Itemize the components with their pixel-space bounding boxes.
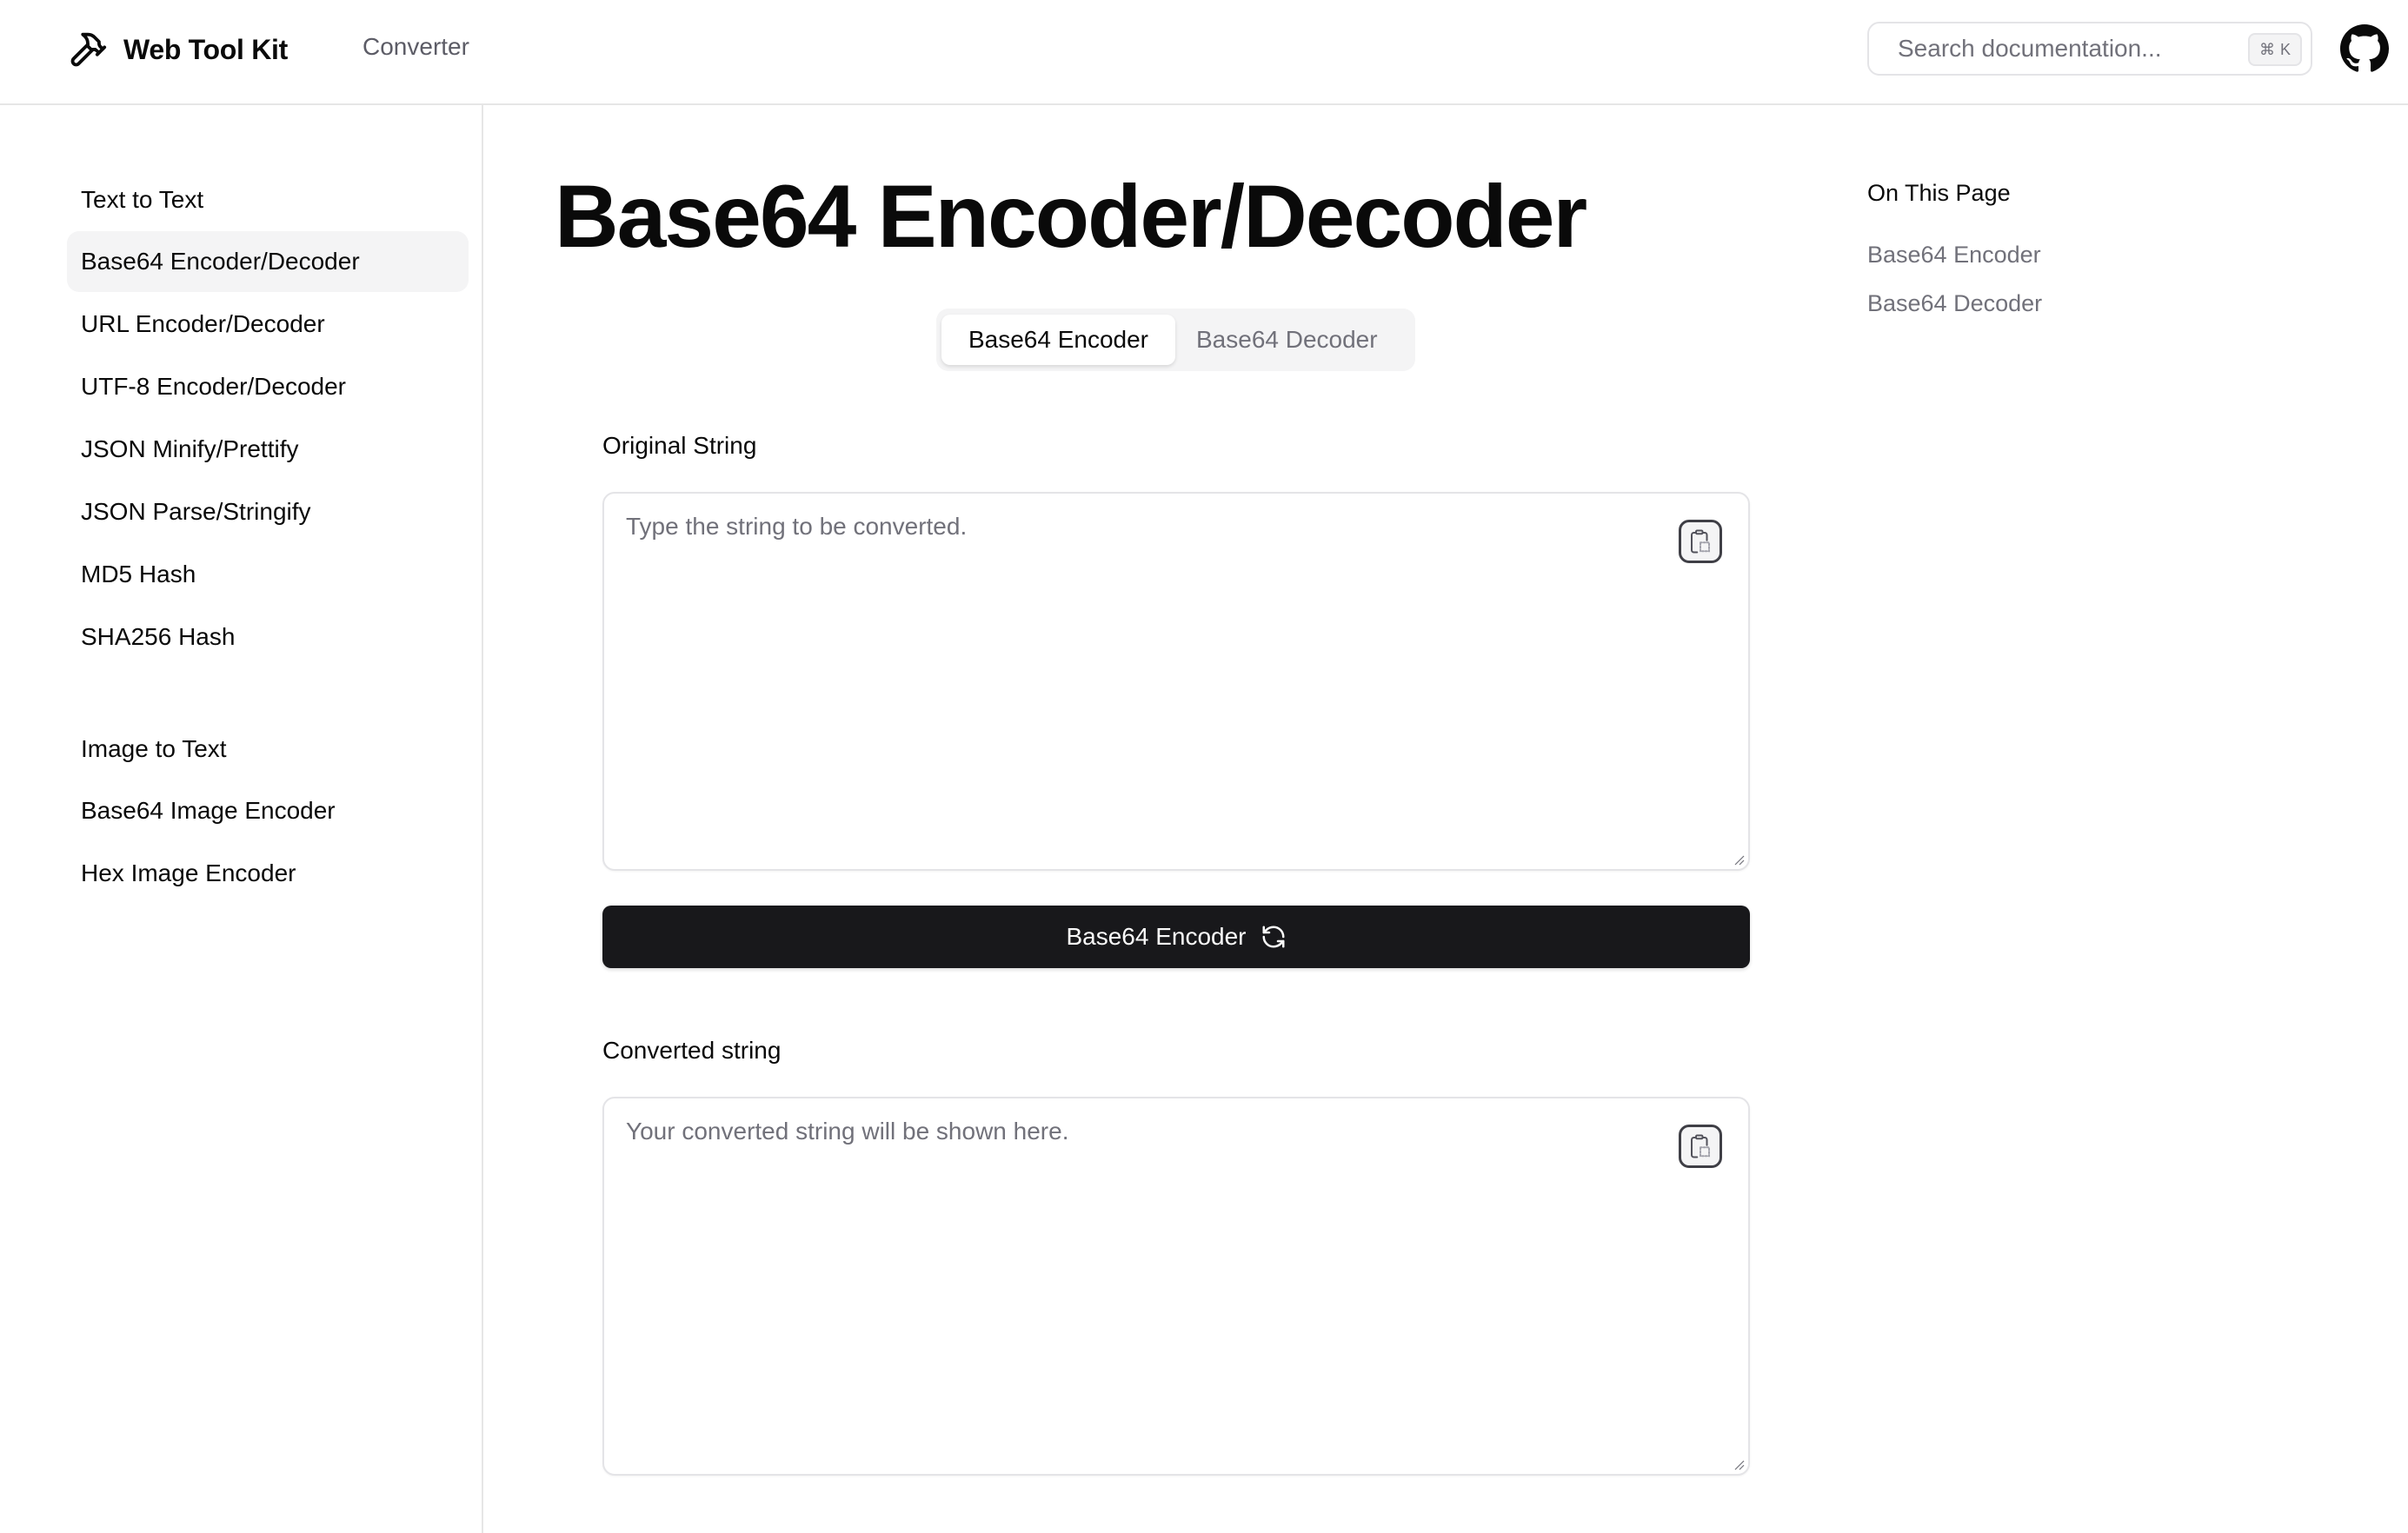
page-title: Base64 Encoder/Decoder xyxy=(555,167,1587,266)
shortcut-key: K xyxy=(2279,40,2291,58)
search-placeholder: Search documentation... xyxy=(1898,35,2162,62)
nav-link-converter[interactable]: Converter xyxy=(363,33,469,61)
main-content: Base64 Encoder/Decoder Base64 Encoder Ba… xyxy=(485,105,1789,1533)
resize-handle-icon[interactable] xyxy=(1733,1458,1745,1470)
top-header: Web Tool Kit Converter Search documentat… xyxy=(0,0,2408,105)
search-shortcut-badge: ⌘ K xyxy=(2248,33,2302,66)
original-string-input[interactable]: Type the string to be converted. xyxy=(602,492,1750,871)
sidebar-heading-text-to-text: Text to Text xyxy=(81,186,204,213)
toc-item-base64-decoder[interactable]: Base64 Decoder xyxy=(1867,290,2042,317)
clipboard-icon xyxy=(1691,1134,1710,1158)
encode-button-label: Base64 Encoder xyxy=(1066,923,1247,950)
resize-handle-icon[interactable] xyxy=(1733,853,1745,866)
tab-base64-encoder[interactable]: Base64 Encoder xyxy=(941,315,1175,365)
original-string-label: Original String xyxy=(602,432,757,459)
github-link[interactable] xyxy=(2340,24,2389,73)
sidebar-item-md5-hash[interactable]: MD5 Hash xyxy=(67,544,469,605)
sidebar-heading-image-to-text: Image to Text xyxy=(81,735,227,762)
converted-string-output[interactable]: Your converted string will be shown here… xyxy=(602,1097,1750,1476)
sidebar-item-utf8-encoder-decoder[interactable]: UTF-8 Encoder/Decoder xyxy=(67,356,469,417)
mode-tabs: Base64 Encoder Base64 Decoder xyxy=(936,309,1415,371)
github-icon xyxy=(2340,24,2389,72)
sidebar-item-base64-encoder-decoder[interactable]: Base64 Encoder/Decoder xyxy=(67,231,469,292)
sidebar-item-hex-image-encoder[interactable]: Hex Image Encoder xyxy=(67,843,469,904)
sidebar: Text to Text Base64 Encoder/Decoder URL … xyxy=(0,105,483,1533)
sidebar-item-sha256-hash[interactable]: SHA256 Hash xyxy=(67,607,469,667)
command-key-icon: ⌘ xyxy=(2258,40,2275,58)
brand-name: Web Tool Kit xyxy=(123,33,288,65)
paste-button[interactable] xyxy=(1679,520,1722,563)
clipboard-icon xyxy=(1691,529,1710,554)
brand-logo-link[interactable]: Web Tool Kit xyxy=(68,30,288,70)
sidebar-item-json-minify-prettify[interactable]: JSON Minify/Prettify xyxy=(67,419,469,480)
refresh-icon xyxy=(1262,926,1285,948)
toc-item-base64-encoder[interactable]: Base64 Encoder xyxy=(1867,242,2041,269)
encode-button[interactable]: Base64 Encoder xyxy=(602,906,1750,968)
sidebar-item-json-parse-stringify[interactable]: JSON Parse/Stringify xyxy=(67,481,469,542)
sidebar-item-base64-image-encoder[interactable]: Base64 Image Encoder xyxy=(67,780,469,841)
sidebar-item-url-encoder-decoder[interactable]: URL Encoder/Decoder xyxy=(67,294,469,355)
converted-string-label: Converted string xyxy=(602,1037,782,1064)
copy-button[interactable] xyxy=(1679,1125,1722,1168)
toc-heading: On This Page xyxy=(1867,180,2011,206)
hammer-icon xyxy=(70,32,107,67)
search-input[interactable]: Search documentation... ⌘ K xyxy=(1867,22,2312,76)
original-string-placeholder: Type the string to be converted. xyxy=(626,513,968,540)
converted-string-placeholder: Your converted string will be shown here… xyxy=(626,1118,1069,1145)
tab-base64-decoder[interactable]: Base64 Decoder xyxy=(1175,315,1399,365)
